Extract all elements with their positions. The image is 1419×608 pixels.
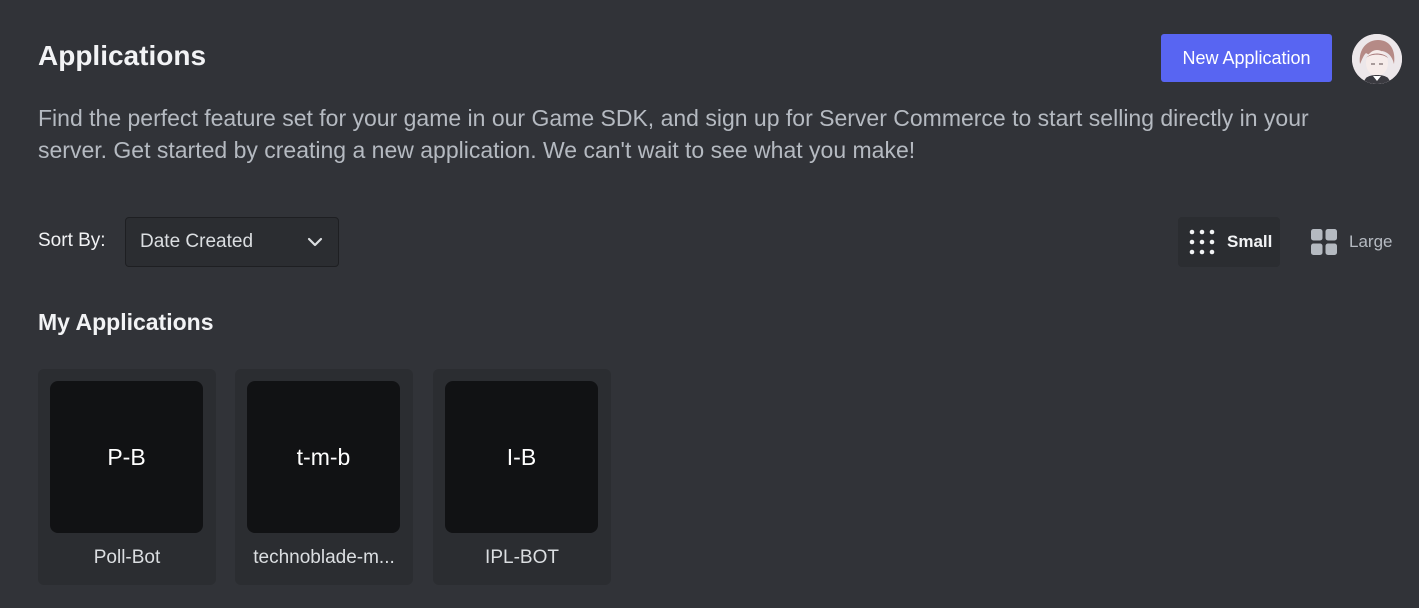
application-name: Poll-Bot (93, 547, 161, 568)
large-grid-icon (1311, 229, 1337, 255)
new-application-button[interactable]: New Application (1161, 34, 1332, 82)
avatar-image (1352, 34, 1402, 84)
my-applications-heading: My Applications (38, 309, 214, 335)
application-icon: I-B (445, 381, 598, 533)
sort-by-label: Sort By: (38, 230, 106, 251)
page-title: Applications (38, 40, 207, 71)
view-small-toggle[interactable]: Small (1178, 217, 1280, 267)
view-large-label: Large (1349, 232, 1393, 251)
sort-by-select[interactable]: Date Created (125, 217, 339, 267)
application-icon: t-m-b (247, 381, 400, 533)
application-card-ipl-bot[interactable]: I-B IPL-BOT (433, 369, 611, 585)
small-grid-icon (1189, 229, 1215, 255)
sort-selected-value: Date Created (140, 231, 254, 252)
application-card-technoblade[interactable]: t-m-b technoblade-m... (235, 369, 413, 585)
applications-page: Applications New Application Find the pe… (0, 0, 1419, 608)
application-name: IPL-BOT (485, 547, 559, 568)
chevron-down-icon (307, 237, 323, 247)
application-name: technoblade-m... (253, 547, 395, 568)
view-large-toggle[interactable]: Large (1300, 217, 1404, 267)
page-description: Find the perfect feature set for your ga… (38, 105, 1309, 163)
application-card-poll-bot[interactable]: P-B Poll-Bot (38, 369, 216, 585)
user-avatar[interactable] (1352, 34, 1402, 84)
application-icon: P-B (50, 381, 203, 533)
view-small-label: Small (1227, 232, 1273, 251)
